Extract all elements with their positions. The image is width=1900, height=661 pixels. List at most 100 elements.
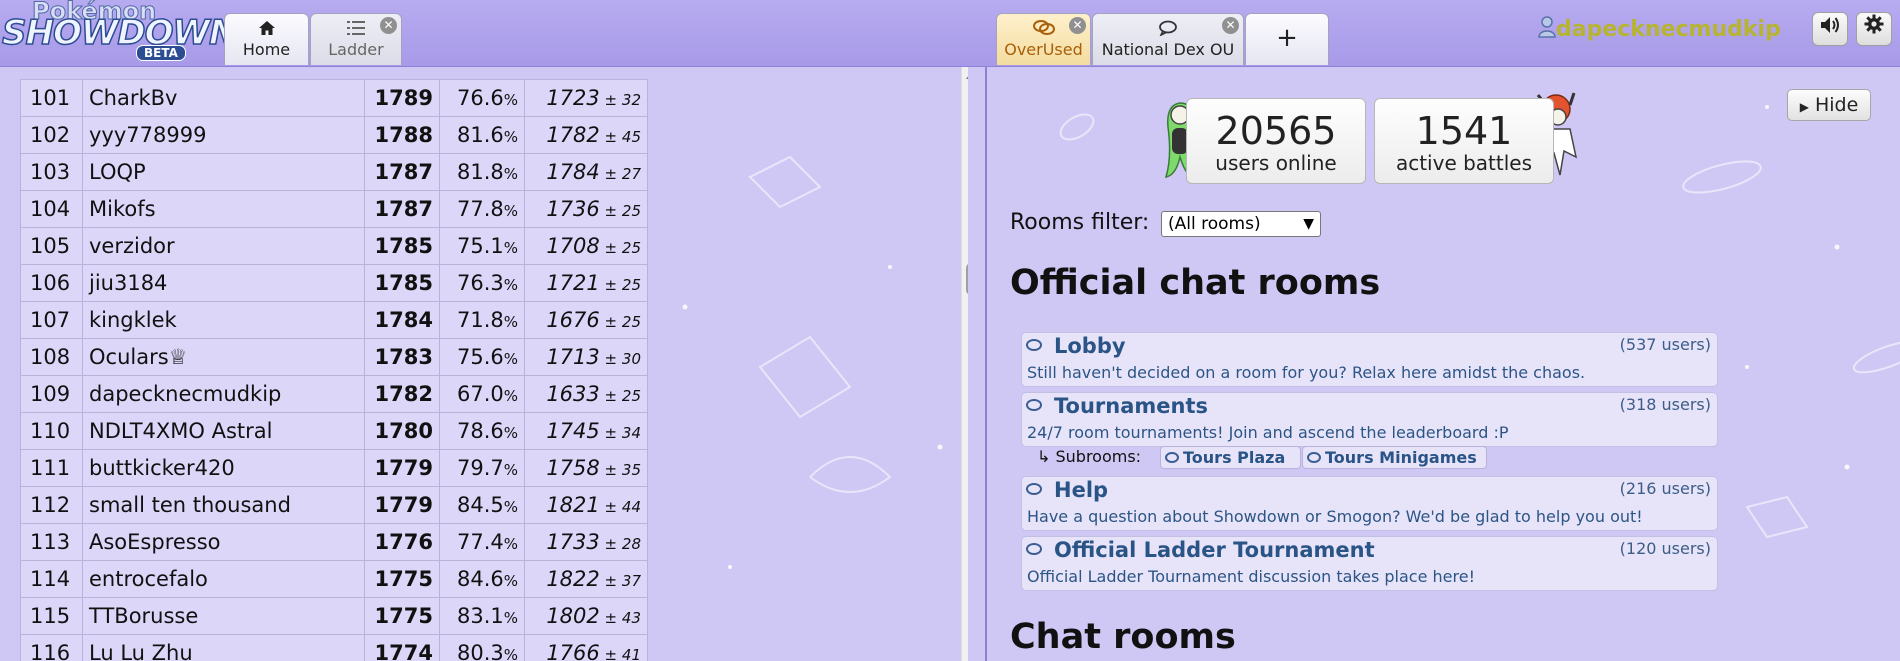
room-name: Help [1054, 478, 1109, 502]
elo-cell: 1775 [364, 597, 440, 635]
active-battles-label: active battles [1395, 151, 1533, 175]
player-name-cell[interactable]: CharkBv [82, 79, 365, 117]
gxe-cell: 79.7% [439, 449, 525, 487]
username: dapecknecmudkip [1556, 17, 1781, 42]
percent-sign: % [503, 313, 518, 331]
room-lobby[interactable]: Lobby (537 users) Still haven't decided … [1021, 332, 1718, 387]
player-name-cell[interactable]: AsoEspresso [82, 523, 365, 561]
rank-cell: 109 [20, 375, 83, 413]
glicko-deviation: ± 25 [604, 239, 641, 257]
player-name-cell[interactable]: buttkicker420 [82, 449, 365, 487]
percent-sign: % [503, 535, 518, 553]
glicko-cell: 1821 ± 44 [524, 486, 648, 524]
gxe-cell: 80.3% [439, 634, 525, 661]
ladder-pane[interactable]: 101 CharkBv 1789 76.6% 1723 ± 32 102 yyy778999… [0, 67, 968, 661]
glicko-cell: 1676 ± 25 [524, 301, 648, 339]
rank-cell: 116 [20, 634, 83, 661]
rank-cell: 104 [20, 190, 83, 228]
tab-national-dex-ou[interactable]: National Dex OU ✕ [1092, 13, 1244, 65]
elo-cell: 1785 [364, 264, 440, 302]
tab-overused[interactable]: OverUsed ✕ [996, 13, 1091, 65]
player-name-cell[interactable]: TTBorusse [82, 597, 365, 635]
new-tab-button[interactable]: + [1245, 13, 1329, 65]
subroom-tours-plaza[interactable]: Tours Plaza [1160, 446, 1301, 469]
player-name-cell[interactable]: dapecknecmudkip [82, 375, 365, 413]
hide-button[interactable]: ▶ Hide [1787, 89, 1871, 121]
player-name-cell[interactable]: entrocefalo [82, 560, 365, 598]
rank-cell: 107 [20, 301, 83, 339]
showdown-logo[interactable]: Pokémon SHOWDOWN! BETA [1, 0, 253, 61]
home-icon [225, 20, 308, 38]
player-name-cell[interactable]: Oculars♕ [82, 338, 365, 376]
glicko-value: 1821 [546, 493, 600, 517]
room-official-ladder-tournament[interactable]: Official Ladder Tournament (120 users) O… [1021, 536, 1718, 591]
subroom-tours-minigames[interactable]: Tours Minigames [1302, 446, 1487, 469]
player-name-cell[interactable]: jiu3184 [82, 264, 365, 302]
hide-button-label: Hide [1814, 94, 1859, 116]
glicko-deviation: ± 27 [604, 165, 641, 183]
glicko-deviation: ± 34 [604, 424, 641, 442]
room-help[interactable]: Help (216 users) Have a question about S… [1021, 476, 1718, 531]
ladder-row: 116 Lu Lu Zhu 1774 80.3% 1766 ± 41 [20, 634, 648, 661]
active-battles-count: 1541 [1415, 109, 1513, 153]
glicko-cell: 1733 ± 28 [524, 523, 648, 561]
scrollbar[interactable] [961, 67, 968, 661]
player-name-cell[interactable]: verzidor [82, 227, 365, 265]
chat-bubble-icon [1026, 483, 1042, 495]
tab-home-label: Home [242, 40, 291, 59]
player-name-cell[interactable]: Lu Lu Zhu [82, 634, 365, 661]
gxe-cell: 77.4% [439, 523, 525, 561]
glicko-cell: 1721 ± 25 [524, 264, 648, 302]
player-name-cell[interactable]: yyy778999 [82, 116, 365, 154]
percent-sign: % [503, 572, 518, 590]
elo-cell: 1789 [364, 79, 440, 117]
glicko-value: 1802 [546, 604, 600, 628]
rooms-filter-select[interactable]: (All rooms) ▼ [1161, 211, 1321, 237]
room-name: Official Ladder Tournament [1054, 538, 1375, 562]
ladder-row: 103 LOQP 1787 81.8% 1784 ± 27 [20, 153, 648, 191]
volume-button[interactable] [1812, 12, 1848, 46]
player-name-cell[interactable]: small ten thousand [82, 486, 365, 524]
rank-cell: 115 [20, 597, 83, 635]
close-tab-ladder-icon[interactable]: ✕ [380, 17, 397, 34]
room-tournaments[interactable]: Tournaments (318 users) 24/7 room tourna… [1021, 392, 1718, 447]
gxe-cell: 83.1% [439, 597, 525, 635]
ladder-row: 111 buttkicker420 1779 79.7% 1758 ± 35 [20, 449, 648, 487]
chevron-down-icon: ▼ [1303, 216, 1314, 232]
close-tab-national-dex-ou-icon[interactable]: ✕ [1222, 17, 1239, 34]
glicko-value: 1723 [546, 86, 600, 110]
rank-cell: 102 [20, 116, 83, 154]
user-button[interactable]: dapecknecmudkip [1538, 16, 1781, 46]
settings-button[interactable] [1856, 12, 1892, 46]
ladder-row: 114 entrocefalo 1775 84.6% 1822 ± 37 [20, 560, 648, 598]
ladder-row: 104 Mikofs 1787 77.8% 1736 ± 25 [20, 190, 648, 228]
player-name-cell[interactable]: NDLT4XMO Astral [82, 412, 365, 450]
tab-ladder[interactable]: Ladder ✕ [310, 13, 402, 65]
player-name-cell[interactable]: Mikofs [82, 190, 365, 228]
rank-cell: 105 [20, 227, 83, 265]
tab-home[interactable]: Home [224, 13, 309, 65]
volume-icon [1820, 17, 1840, 39]
ladder-row: 106 jiu3184 1785 76.3% 1721 ± 25 [20, 264, 648, 302]
active-battles-card[interactable]: 1541 active battles [1374, 98, 1554, 184]
player-name-cell[interactable]: LOQP [82, 153, 365, 191]
percent-sign: % [503, 609, 518, 627]
player-name-cell[interactable]: kingklek [82, 301, 365, 339]
scrollbar-thumb[interactable] [966, 263, 968, 295]
gxe-value: 81.6 [456, 123, 504, 147]
close-tab-overused-icon[interactable]: ✕ [1069, 17, 1086, 34]
glicko-deviation: ± 45 [604, 128, 641, 146]
elo-cell: 1788 [364, 116, 440, 154]
room-user-count: (216 users) [1619, 479, 1711, 498]
percent-sign: % [503, 239, 518, 257]
chat-bubble-icon [1165, 452, 1179, 463]
percent-sign: % [503, 424, 518, 442]
room-user-count: (537 users) [1619, 335, 1711, 354]
gxe-value: 75.1 [456, 234, 504, 258]
scroll-up-arrow-icon[interactable] [966, 71, 968, 79]
glicko-cell: 1784 ± 27 [524, 153, 648, 191]
gear-icon [1864, 14, 1884, 39]
ladder-row: 108 Oculars♕ 1783 75.6% 1713 ± 30 [20, 338, 648, 376]
glicko-deviation: ± 25 [604, 276, 641, 294]
plus-icon: + [1276, 23, 1298, 53]
